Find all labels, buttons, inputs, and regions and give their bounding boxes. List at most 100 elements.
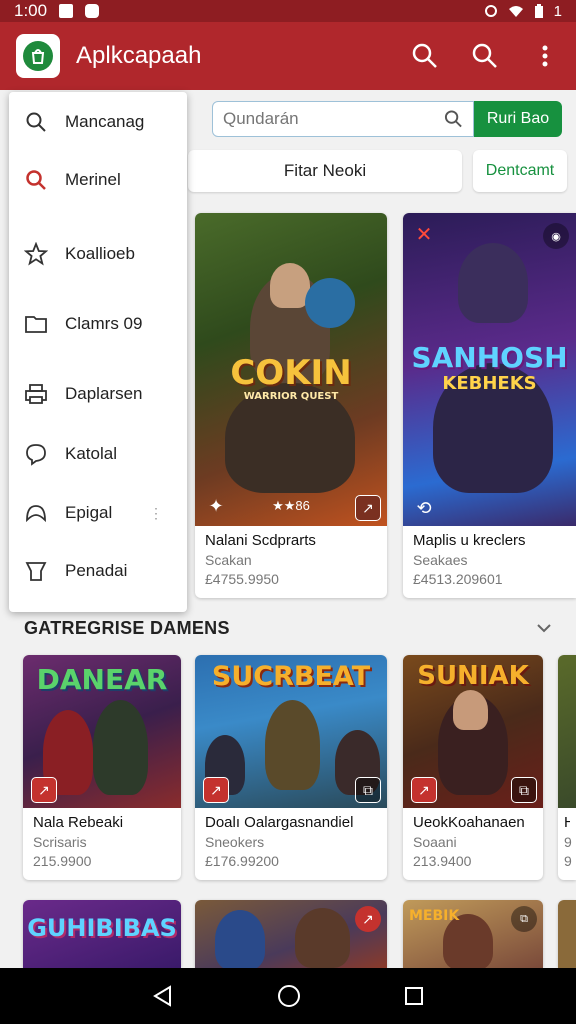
share-icon: ↗ — [31, 777, 57, 803]
drawer-item[interactable]: Merinel — [9, 160, 187, 200]
game-card[interactable]: H 9 9 — [558, 655, 576, 880]
game-badge-icon: ✦ — [208, 495, 224, 516]
game-art-subtitle: WARRIOR QUEST — [243, 391, 339, 402]
search-button[interactable] — [410, 41, 440, 71]
alarm-icon — [484, 5, 497, 17]
game-card[interactable]: GUHIBIBAS — [23, 900, 181, 968]
game-price: 213.9400 — [413, 853, 472, 869]
navigation-drawer: Mancanag Merinel Koallioeb Clamrs 09 Dap… — [9, 92, 187, 612]
search-icon — [412, 43, 437, 68]
drawer-item[interactable]: Mancanag — [9, 102, 187, 142]
game-card[interactable]: ↗ — [195, 900, 387, 968]
game-category: Sneokers — [205, 834, 265, 850]
game-art-title: SUNIAK — [417, 661, 529, 691]
status-time: 1:00 — [14, 1, 48, 20]
search-icon — [23, 109, 49, 135]
game-card[interactable]: MEBIK ⧉ — [403, 900, 543, 968]
home-icon[interactable] — [277, 984, 301, 1008]
app-bar: Aplkcapaah — [0, 22, 576, 90]
more-vert-icon[interactable]: ⋮ — [149, 505, 163, 522]
search-field[interactable] — [212, 101, 474, 137]
folder-icon — [23, 311, 49, 337]
back-icon[interactable] — [152, 985, 174, 1007]
game-price: £176.99200 — [205, 853, 279, 869]
game-category: Scrisaris — [33, 834, 87, 850]
game-card[interactable]: DANEAR ↗ Nala Rebeaki Scrisaris 215.9900 — [23, 655, 181, 880]
share-icon: ↗ — [411, 777, 437, 803]
game-art-title: SANHOSH — [411, 341, 568, 374]
filter-button[interactable]: Fitar Neoki — [188, 150, 462, 192]
drawer-item[interactable]: Katolal — [9, 434, 187, 474]
game-artwork — [558, 655, 576, 808]
game-card[interactable]: SUCRBEAT ↗ ⧉ Doalı Oalargasnandiel Sneok… — [195, 655, 387, 880]
game-artwork: SUCRBEAT ↗ ⧉ — [195, 655, 387, 808]
drawer-item-label: Penadai — [65, 561, 128, 580]
drawer-item[interactable]: Clamrs 09 — [9, 304, 187, 344]
drawer-item[interactable]: Epigal ⋮ — [9, 493, 187, 533]
game-card[interactable] — [558, 900, 576, 968]
game-card[interactable]: COKIN WARRIOR QUEST ✦ ★★86 ↗ Nalani Scdp… — [195, 213, 387, 598]
drawer-item[interactable]: Daplarsen — [9, 374, 187, 414]
game-name: Maplis u kreclers — [413, 532, 526, 549]
drawer-item[interactable]: Penadai — [9, 551, 187, 591]
game-price: £4755.9950 — [205, 571, 279, 587]
game-name: Nala Rebeaki — [33, 814, 124, 831]
search-input[interactable] — [223, 109, 444, 129]
search-icon — [23, 167, 49, 193]
rating-badge: ★★86 — [272, 498, 310, 513]
share-icon: ↗ — [355, 906, 381, 932]
drawer-item-label: Daplarsen — [65, 384, 143, 403]
overflow-menu-button[interactable] — [530, 41, 560, 71]
download-button[interactable]: Dentcamt — [473, 150, 567, 192]
game-artwork: SUNIAK ↗ ⧉ — [403, 655, 543, 808]
cast-icon: ⧉ — [511, 906, 537, 932]
notification-icon — [59, 4, 74, 18]
chevron-down-icon[interactable] — [534, 618, 554, 638]
game-artwork: ↗ — [195, 900, 387, 968]
status-bar: 1:00 1 — [0, 0, 576, 22]
game-price: 215.9900 — [33, 853, 92, 869]
drawer-item-label: Epigal — [65, 503, 113, 522]
expand-icon: ◉ — [543, 223, 569, 249]
share-icon: ⟲ — [416, 497, 432, 518]
game-artwork: SANHOSH KEBHEKS ⟲ ◉ ✕ — [403, 213, 576, 526]
search-icon — [444, 110, 462, 128]
search-icon — [472, 43, 497, 68]
cast-icon: ⧉ — [511, 777, 537, 803]
game-card[interactable]: SUNIAK ↗ ⧉ UeokKoahanaen Soaani 213.9400 — [403, 655, 543, 880]
game-artwork: DANEAR ↗ — [23, 655, 181, 808]
game-card[interactable]: SANHOSH KEBHEKS ⟲ ◉ ✕ Maplis u kreclers … — [403, 213, 576, 598]
trash-icon — [23, 558, 49, 584]
chat-icon — [23, 441, 49, 467]
more-vert-icon — [542, 45, 548, 67]
signal-indicator: 1 — [553, 2, 562, 20]
app-title: Aplkcapaah — [76, 42, 202, 69]
game-name: H — [564, 814, 570, 831]
recents-icon[interactable] — [404, 986, 424, 1006]
game-art-title: SUCRBEAT — [211, 661, 371, 692]
close-icon: ✕ — [415, 223, 433, 246]
app-notification-icon — [85, 4, 100, 18]
game-category: Scakan — [205, 552, 252, 568]
search-button-secondary[interactable] — [470, 41, 500, 71]
app-logo[interactable] — [16, 34, 60, 78]
section-title: GATREGRISE DAMENS — [24, 618, 230, 638]
drawer-item-label: Katolal — [65, 444, 117, 463]
cast-icon: ⧉ — [355, 777, 381, 803]
battery-icon — [534, 3, 543, 18]
game-name: Nalani Scdprarts — [205, 532, 316, 549]
drawer-item-label: Mancanag — [65, 112, 145, 131]
shield-icon — [23, 500, 49, 526]
game-art-title: GUHIBIBAS — [27, 914, 177, 942]
game-price: £4513.209601 — [413, 571, 503, 587]
printer-icon — [23, 381, 49, 407]
game-artwork — [558, 900, 576, 968]
drawer-item-label: Koallioeb — [65, 244, 135, 263]
drawer-item-label: Clamrs 09 — [65, 314, 143, 333]
game-name: Doalı Oalargasnandiel — [205, 814, 354, 831]
drawer-item[interactable]: Koallioeb — [9, 234, 187, 274]
bag-icon — [23, 41, 53, 71]
game-artwork: COKIN WARRIOR QUEST ✦ ★★86 ↗ — [195, 213, 387, 526]
game-artwork: MEBIK ⧉ — [403, 900, 543, 968]
search-submit-button[interactable]: Ruri Bao — [474, 101, 562, 137]
